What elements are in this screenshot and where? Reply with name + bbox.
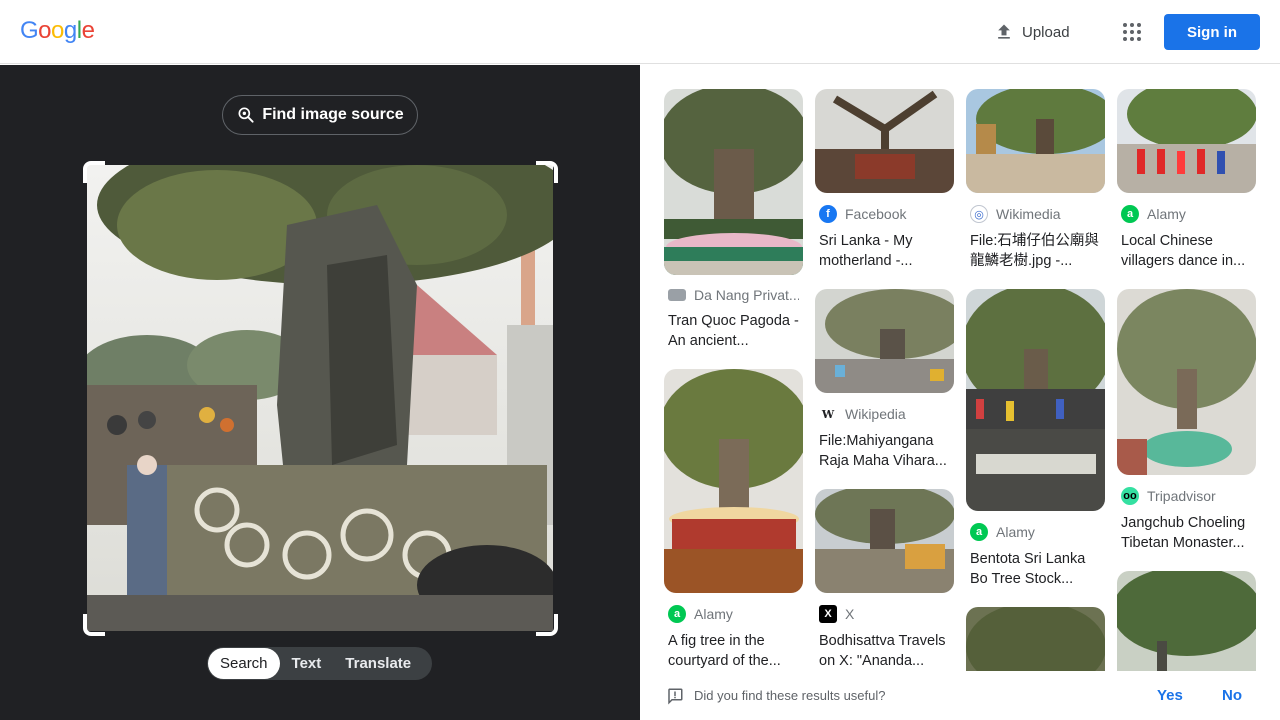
upload-button[interactable]: Upload: [986, 16, 1078, 48]
result-source: X X: [819, 605, 950, 623]
upload-label: Upload: [1022, 23, 1070, 41]
result-thumbnail[interactable]: [815, 89, 954, 193]
result-source-name: Da Nang Privat...: [694, 287, 799, 303]
result-card[interactable]: ◎ Wikimedia File:石埔仔伯公廟與龍鱗老樹.jpg -...: [966, 89, 1105, 271]
result-card[interactable]: a Alamy Bentota Sri Lanka Bo Tree Stock.…: [966, 289, 1105, 589]
result-card[interactable]: f Facebook Sri Lanka - My motherland -..…: [815, 89, 954, 271]
x-icon: X: [819, 605, 837, 623]
alamy-icon: a: [1121, 205, 1139, 223]
results-column: ◎ Wikimedia File:石埔仔伯公廟與龍鱗老樹.jpg -... a …: [966, 89, 1105, 720]
result-source-name: Alamy: [996, 524, 1035, 540]
results-column: Da Nang Privat... Tran Quoc Pagoda - An …: [664, 89, 803, 689]
result-title[interactable]: Local Chinese villagers dance in...: [1121, 231, 1252, 271]
result-source: a Alamy: [1121, 205, 1252, 223]
result-thumbnail[interactable]: [1117, 89, 1256, 193]
tab-translate[interactable]: Translate: [333, 648, 423, 679]
result-title[interactable]: Tran Quoc Pagoda - An ancient...: [668, 311, 799, 351]
result-title[interactable]: Sri Lanka - My motherland -...: [819, 231, 950, 271]
wikipedia-icon: W: [819, 405, 837, 423]
results-panel: Da Nang Privat... Tran Quoc Pagoda - An …: [640, 65, 1280, 720]
result-card[interactable]: a Alamy Local Chinese villagers dance in…: [1117, 89, 1256, 271]
result-title[interactable]: Jangchub Choeling Tibetan Monaster...: [1121, 513, 1252, 553]
facebook-icon: f: [819, 205, 837, 223]
alamy-icon: a: [970, 523, 988, 541]
result-source: a Alamy: [668, 605, 799, 623]
feedback-icon: [668, 688, 683, 705]
result-source-name: Facebook: [845, 206, 907, 222]
results-column: a Alamy Local Chinese villagers dance in…: [1117, 89, 1256, 709]
result-source: f Facebook: [819, 205, 950, 223]
find-image-source-button[interactable]: Find image source: [222, 95, 418, 135]
lens-search-icon: [238, 107, 254, 123]
alamy-icon: a: [668, 605, 686, 623]
crop-handle-bottom-left[interactable]: [83, 614, 105, 636]
results-column: f Facebook Sri Lanka - My motherland -..…: [815, 89, 954, 689]
result-title[interactable]: Bodhisattva Travels on X: "Ananda...: [819, 631, 950, 671]
result-thumbnail[interactable]: [664, 369, 803, 593]
query-image[interactable]: [87, 165, 553, 631]
crop-handle-top-right[interactable]: [536, 161, 558, 183]
result-source-name: Alamy: [1147, 206, 1186, 222]
mode-tabs: Search Text Translate: [207, 647, 432, 680]
result-source: Da Nang Privat...: [668, 287, 799, 303]
result-card[interactable]: Da Nang Privat... Tran Quoc Pagoda - An …: [664, 89, 803, 351]
result-title[interactable]: A fig tree in the courtyard of the...: [668, 631, 799, 671]
top-bar: Google Upload Sign in: [0, 0, 1280, 64]
result-source: a Alamy: [970, 523, 1101, 541]
result-thumbnail[interactable]: [1117, 289, 1256, 475]
result-source-name: Wikipedia: [845, 406, 906, 422]
sign-in-button[interactable]: Sign in: [1164, 14, 1260, 50]
result-card[interactable]: X X Bodhisattva Travels on X: "Ananda...: [815, 489, 954, 671]
logo-letter: o: [38, 17, 52, 44]
result-card[interactable]: W Wikipedia File:Mahiyangana Raja Maha V…: [815, 289, 954, 471]
logo-letter: o: [51, 17, 64, 44]
logo-letter: e: [81, 17, 95, 44]
logo-letter: G: [20, 17, 39, 44]
result-thumbnail[interactable]: [815, 489, 954, 593]
apps-button[interactable]: [1116, 16, 1148, 48]
tab-text[interactable]: Text: [280, 648, 334, 679]
site-favicon-icon: [668, 289, 686, 301]
apps-grid-icon: [1123, 23, 1141, 41]
result-source: ◎ Wikimedia: [970, 205, 1101, 223]
feedback-no-button[interactable]: No: [1222, 687, 1242, 704]
query-panel: Find image source Search Text Translate: [0, 65, 640, 720]
tab-search[interactable]: Search: [208, 648, 280, 679]
result-title[interactable]: File:石埔仔伯公廟與龍鱗老樹.jpg -...: [970, 231, 1101, 271]
result-source-name: X: [845, 606, 855, 622]
crop-handle-bottom-right[interactable]: [536, 614, 558, 636]
feedback-bar: Did you find these results useful? Yes N…: [640, 671, 1280, 720]
result-thumbnail[interactable]: [966, 289, 1105, 511]
result-thumbnail[interactable]: [815, 289, 954, 393]
result-thumbnail[interactable]: [664, 89, 803, 275]
logo-letter: g: [63, 17, 77, 44]
find-image-source-label: Find image source: [262, 106, 404, 123]
tripadvisor-icon: oo: [1121, 487, 1139, 505]
result-card[interactable]: a Alamy A fig tree in the courtyard of t…: [664, 369, 803, 671]
wikimedia-icon: ◎: [970, 205, 988, 223]
result-title[interactable]: Bentota Sri Lanka Bo Tree Stock...: [970, 549, 1101, 589]
result-source: oo Tripadvisor: [1121, 487, 1252, 505]
result-source: W Wikipedia: [819, 405, 950, 423]
result-source-name: Tripadvisor: [1147, 488, 1216, 504]
result-thumbnail[interactable]: [966, 89, 1105, 193]
result-source-name: Alamy: [694, 606, 733, 622]
crop-handle-top-left[interactable]: [83, 161, 105, 183]
upload-icon: [998, 24, 1010, 39]
feedback-yes-button[interactable]: Yes: [1157, 687, 1183, 704]
result-card[interactable]: oo Tripadvisor Jangchub Choeling Tibetan…: [1117, 289, 1256, 553]
feedback-question: Did you find these results useful?: [694, 688, 886, 703]
query-image-art: [87, 165, 553, 631]
google-logo[interactable]: Google: [20, 17, 95, 45]
result-title[interactable]: File:Mahiyangana Raja Maha Vihara...: [819, 431, 950, 471]
result-source-name: Wikimedia: [996, 206, 1061, 222]
